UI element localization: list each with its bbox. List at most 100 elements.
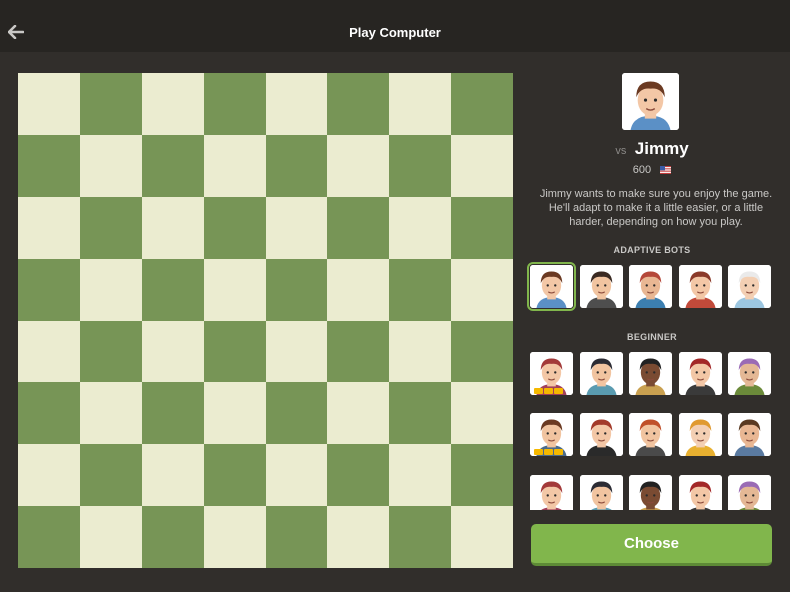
board-square-b5[interactable] [79,258,142,321]
board-square-f1[interactable] [327,506,390,568]
board-square-e8[interactable] [265,73,328,135]
adaptive-bot-avatar[interactable] [580,265,623,308]
board-square-d5[interactable] [203,258,266,321]
board-square-a5[interactable] [18,258,80,321]
board-square-h6[interactable] [451,196,513,259]
bot-face-icon [728,352,771,395]
board-square-b8[interactable] [79,73,142,135]
vs-label: vs [615,145,627,157]
board-square-e6[interactable] [265,196,328,259]
crown-icon [534,388,543,394]
board-square-g5[interactable] [389,258,452,321]
board-square-g1[interactable] [389,506,452,568]
bot-name: Jimmy [634,139,689,158]
board-square-e4[interactable] [265,320,328,383]
board-square-b1[interactable] [79,506,142,568]
board-square-g8[interactable] [389,73,452,135]
board-square-f3[interactable] [327,382,390,445]
board-square-h4[interactable] [451,320,513,383]
board-square-c1[interactable] [141,506,204,568]
board-square-d8[interactable] [203,73,266,135]
choose-button[interactable]: Choose [531,524,772,566]
board-square-e2[interactable] [265,444,328,507]
beginner-bot-avatar[interactable] [530,413,573,456]
board-square-e5[interactable] [265,258,328,321]
board-square-d6[interactable] [203,196,266,259]
beginner-bot-avatar[interactable] [728,413,771,456]
beginner-bot-avatar[interactable] [679,413,722,456]
board-square-e1[interactable] [265,506,328,568]
bot-face-icon [622,73,679,130]
board-square-a2[interactable] [18,444,80,507]
board-square-h1[interactable] [451,506,513,568]
board-square-c5[interactable] [141,258,204,321]
board-square-a3[interactable] [18,382,80,445]
bot-face-icon [728,265,771,308]
beginner-bot-avatar[interactable] [728,352,771,395]
board-square-c8[interactable] [141,73,204,135]
board-square-e3[interactable] [265,382,328,445]
beginner-heading: BEGINNER [627,332,677,342]
board-square-g7[interactable] [389,134,452,197]
board-square-d3[interactable] [203,382,266,445]
board-square-g4[interactable] [389,320,452,383]
board-square-c4[interactable] [141,320,204,383]
board-square-c3[interactable] [141,382,204,445]
board-square-b4[interactable] [79,320,142,383]
board-square-g2[interactable] [389,444,452,507]
board-square-b7[interactable] [79,134,142,197]
bot-face-icon [629,265,672,308]
board-square-d7[interactable] [203,134,266,197]
board-square-d2[interactable] [203,444,266,507]
board-square-b2[interactable] [79,444,142,507]
beginner-bot-avatar[interactable] [580,352,623,395]
board-square-e7[interactable] [265,134,328,197]
board-square-g6[interactable] [389,196,452,259]
board-square-b3[interactable] [79,382,142,445]
board-square-a4[interactable] [18,320,80,383]
beginner-bot-avatar[interactable] [629,413,672,456]
board-square-f6[interactable] [327,196,390,259]
bot-rating: 600 [632,164,652,176]
board-square-h3[interactable] [451,382,513,445]
board-square-h5[interactable] [451,258,513,321]
board-square-f2[interactable] [327,444,390,507]
board-square-f5[interactable] [327,258,390,321]
adaptive-bot-avatar[interactable] [679,265,722,308]
board-square-f8[interactable] [327,73,390,135]
beginner-bot-avatar[interactable] [629,352,672,395]
board-square-h2[interactable] [451,444,513,507]
board-square-c2[interactable] [141,444,204,507]
beginner-bot-avatar[interactable] [580,413,623,456]
adaptive-bot-avatar[interactable] [527,262,576,311]
board-square-b6[interactable] [79,196,142,259]
board-square-a1[interactable] [18,506,80,568]
board-square-h7[interactable] [451,134,513,197]
board-square-d1[interactable] [203,506,266,568]
bot-panel: vs Jimmy 600 Jimmy wants to make sure yo… [527,52,777,592]
crown-icons [534,388,563,394]
adaptive-bot-avatar[interactable] [728,265,771,308]
board-square-f4[interactable] [327,320,390,383]
bot-face-icon [679,352,722,395]
board-square-h8[interactable] [451,73,513,135]
bot-face-icon [530,265,573,308]
beginner-bot-avatar[interactable] [679,352,722,395]
board-square-a8[interactable] [18,73,80,135]
board-square-d4[interactable] [203,320,266,383]
board-square-f7[interactable] [327,134,390,197]
top-bar: Play Computer [0,0,790,52]
board-square-g3[interactable] [389,382,452,445]
board-square-a6[interactable] [18,196,80,259]
crown-icon [544,388,553,394]
board-square-c7[interactable] [141,134,204,197]
crown-icon [534,449,543,455]
chess-board[interactable] [18,73,513,568]
board-square-a7[interactable] [18,134,80,197]
adaptive-bot-avatar[interactable] [629,265,672,308]
bot-face-icon [679,265,722,308]
us-flag-icon [660,166,672,175]
board-square-c6[interactable] [141,196,204,259]
selected-bot-avatar [622,73,679,130]
beginner-bot-avatar[interactable] [530,352,573,395]
